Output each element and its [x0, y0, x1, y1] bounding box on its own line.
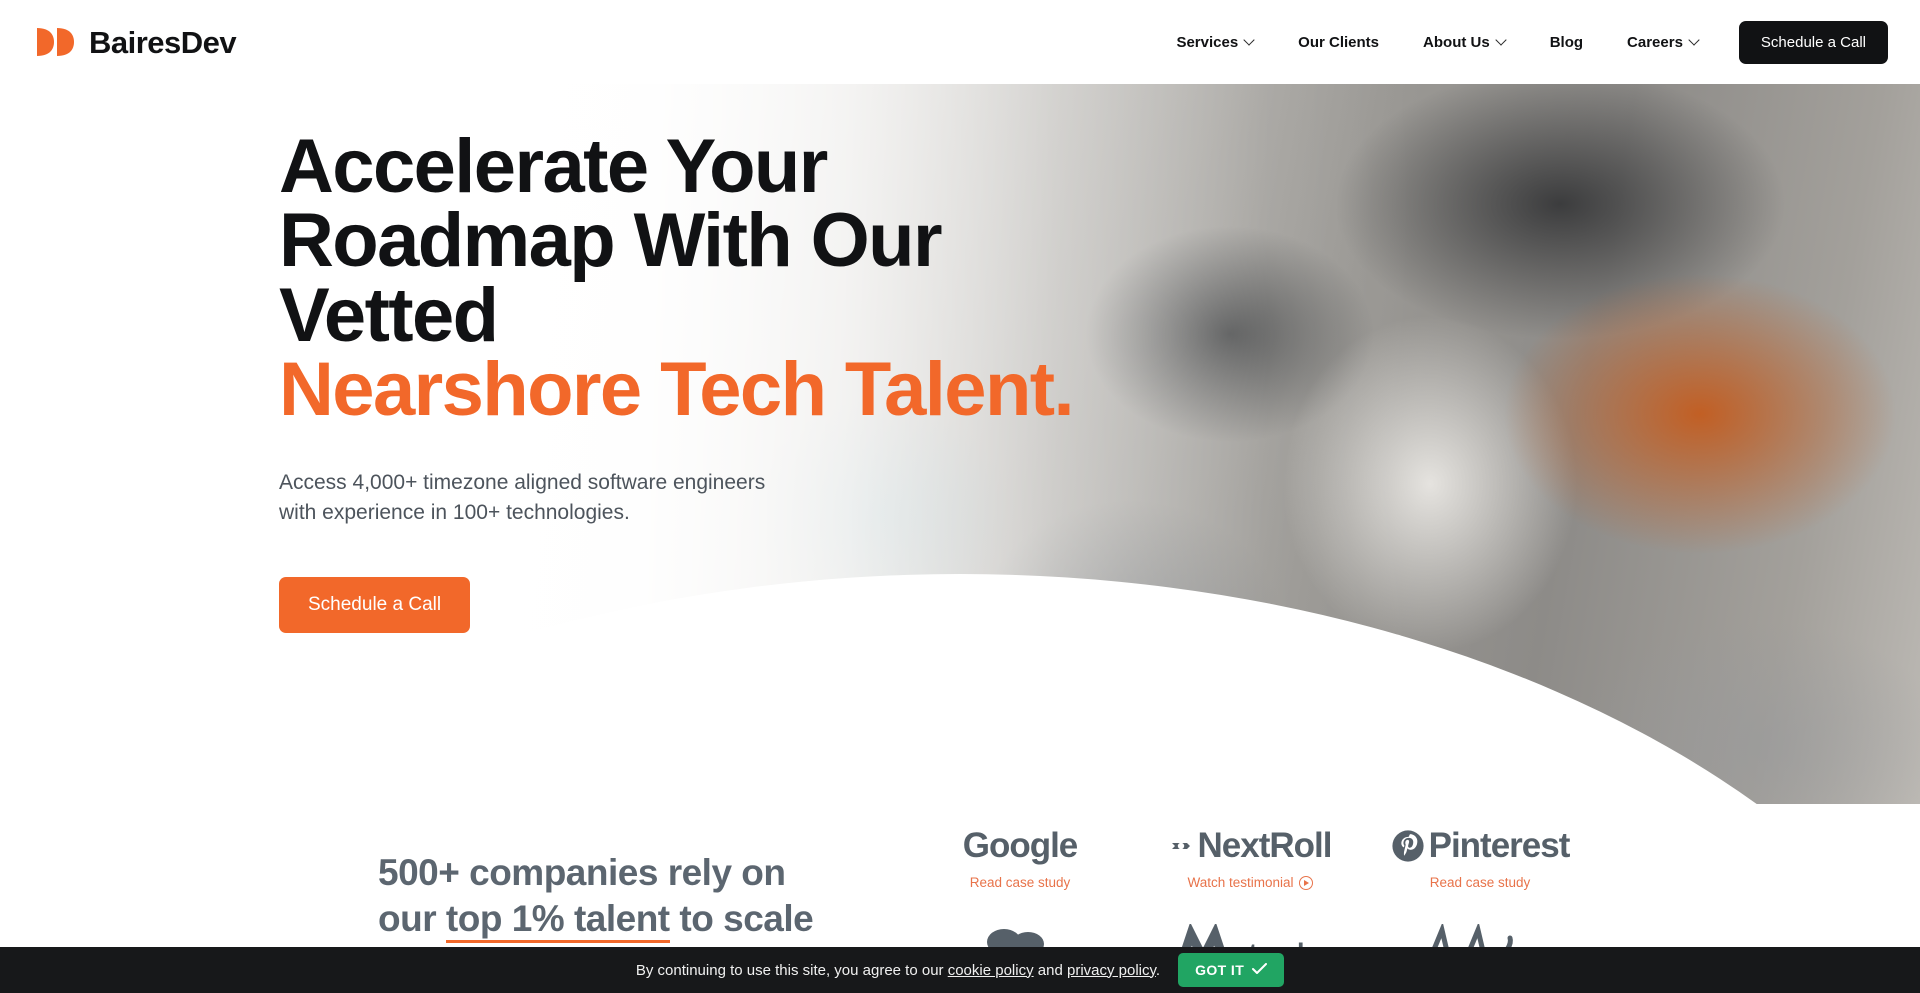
cookie-policy-link[interactable]: cookie policy: [948, 962, 1034, 979]
logo-text: BairesDev: [89, 24, 237, 60]
nav-label: Our Clients: [1298, 33, 1380, 51]
hero-subtitle-line-1: Access 4,000+ timezone aligned software …: [279, 470, 766, 494]
client-logo-pinterest[interactable]: Pinterest Read case study: [1380, 824, 1580, 890]
client-logo-google[interactable]: Google Read case study: [920, 824, 1120, 890]
header-schedule-a-call-button[interactable]: Schedule a Call: [1738, 20, 1888, 64]
hero-section: Accelerate Your Roadmap With Our Vetted …: [0, 84, 1920, 804]
chevron-down-icon: [1497, 36, 1506, 45]
nav-label: Careers: [1627, 33, 1683, 51]
clients-heading-prefix: our: [378, 897, 446, 939]
hero-title: Accelerate Your Roadmap With Our Vetted …: [279, 129, 1139, 428]
chevron-down-icon: [1245, 36, 1254, 45]
clients-heading-underlined: top 1% talent: [445, 897, 670, 943]
hero-title-accent: Nearshore Tech Talent.: [279, 347, 1075, 433]
google-case-study-link[interactable]: Read case study: [920, 875, 1120, 890]
link-label: Watch testimonial: [1187, 875, 1294, 890]
cookie-banner: By continuing to use this site, you agre…: [0, 947, 1920, 993]
hero-title-line-1: Accelerate Your: [279, 124, 828, 209]
nav-item-careers[interactable]: Careers: [1605, 34, 1721, 51]
nextroll-logo-text: NextRoll: [1197, 826, 1333, 865]
hero-subtitle: Access 4,000+ timezone aligned software …: [279, 468, 859, 529]
google-logo-text: Google: [962, 826, 1079, 865]
nextroll-testimonial-link[interactable]: Watch testimonial: [1150, 875, 1350, 890]
cookie-button-label: GOT IT: [1195, 962, 1245, 978]
play-circle-icon: [1298, 875, 1313, 890]
hero-content: Accelerate Your Roadmap With Our Vetted …: [279, 129, 1139, 633]
nav-label: About Us: [1423, 33, 1490, 51]
nav-item-our-clients[interactable]: Our Clients: [1276, 34, 1401, 51]
main-nav: Services Our Clients About Us Blog Caree…: [1154, 20, 1888, 64]
page-root: BairesDev Services Our Clients About Us …: [0, 0, 1920, 993]
cookie-text-before: By continuing to use this site, you agre…: [635, 961, 948, 979]
hero-title-line-2: Roadmap With Our: [279, 198, 943, 284]
link-label: Read case study: [969, 875, 1071, 890]
cookie-text-middle: and: [1033, 961, 1067, 979]
nextroll-logo-icon: NextRoll: [1150, 824, 1350, 868]
chevron-down-icon: [1690, 36, 1699, 45]
link-label: Read case study: [1429, 875, 1531, 890]
nav-item-blog[interactable]: Blog: [1528, 34, 1605, 51]
nav-label: Blog: [1549, 33, 1584, 51]
cookie-text-after: .: [1155, 961, 1161, 979]
hero-subtitle-line-2: with experience in 100+ technologies.: [279, 501, 630, 525]
cookie-got-it-button[interactable]: GOT IT: [1178, 953, 1285, 987]
hero-title-line-3: Vetted: [279, 272, 499, 358]
logo[interactable]: BairesDev: [34, 24, 237, 60]
pinterest-logo-text: Pinterest: [1428, 826, 1571, 865]
clients-heading-part1: 500+ companies rely on: [378, 852, 786, 893]
google-logo-icon: Google: [920, 824, 1120, 868]
privacy-policy-link[interactable]: privacy policy: [1067, 962, 1156, 979]
pinterest-case-study-link[interactable]: Read case study: [1380, 875, 1580, 890]
nav-item-services[interactable]: Services: [1154, 34, 1276, 51]
clients-heading: 500+ companies rely on our top 1% talent…: [378, 850, 838, 943]
client-logo-nextroll[interactable]: NextRoll Watch testimonial: [1150, 824, 1350, 890]
nav-label: Services: [1176, 33, 1239, 51]
bairesdev-logo-mark-icon: [34, 25, 80, 59]
hero-schedule-a-call-button[interactable]: Schedule a Call: [279, 576, 471, 633]
check-icon: [1252, 962, 1268, 978]
site-header: BairesDev Services Our Clients About Us …: [0, 0, 1920, 84]
cookie-banner-text: By continuing to use this site, you agre…: [636, 962, 1160, 979]
nav-item-about-us[interactable]: About Us: [1401, 34, 1528, 51]
pinterest-logo-icon: Pinterest: [1380, 824, 1580, 868]
clients-heading-suffix: to scale: [669, 897, 814, 939]
